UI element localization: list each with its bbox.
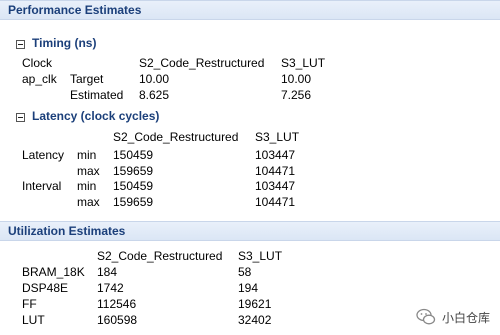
- utilization-header-s2: S2_Code_Restructured: [97, 249, 223, 263]
- latency-row-group: Interval: [22, 179, 62, 193]
- timing-section-title[interactable]: Timing (ns): [32, 36, 96, 50]
- timing-header-clock: Clock: [22, 56, 53, 70]
- utilization-row-s3: 194: [238, 281, 259, 295]
- timing-row-label: Estimated: [70, 88, 124, 102]
- latency-row-s2: 150459: [113, 179, 154, 193]
- utilization-row-s2: 184: [97, 265, 118, 279]
- latency-row-s2: 159659: [113, 164, 154, 178]
- timing-row-clock: ap_clk: [22, 72, 57, 86]
- watermark: 小白仓库: [416, 307, 490, 327]
- collapse-timing-icon[interactable]: [16, 40, 25, 49]
- utilization-row-label: DSP48E: [22, 281, 69, 295]
- latency-row-group: Latency: [22, 148, 65, 162]
- latency-row-label: max: [77, 164, 100, 178]
- timing-row-s3: 7.256: [281, 88, 312, 102]
- utilization-row-s2: 160598: [97, 313, 138, 327]
- latency-row-label: max: [77, 195, 100, 209]
- utilization-row-label: FF: [22, 297, 37, 311]
- watermark-text: 小白仓库: [441, 310, 490, 325]
- latency-header-s2: S2_Code_Restructured: [113, 130, 239, 144]
- timing-header-s2: S2_Code_Restructured: [139, 56, 265, 70]
- performance-estimates-title: Performance Estimates: [8, 3, 142, 17]
- latency-row-s2: 159659: [113, 195, 154, 209]
- latency-row-s2: 150459: [113, 148, 154, 162]
- latency-row-label: min: [77, 179, 97, 193]
- utilization-estimates-title: Utilization Estimates: [8, 224, 126, 238]
- utilization-row-label: LUT: [22, 313, 45, 327]
- utilization-row-s3: 19621: [238, 297, 272, 311]
- utilization-header-s3: S3_LUT: [238, 249, 283, 263]
- timing-row-s3: 10.00: [281, 72, 312, 86]
- latency-row-s3: 103447: [255, 179, 296, 193]
- utilization-row-label: BRAM_18K: [22, 265, 85, 279]
- timing-header-s3: S3_LUT: [281, 56, 326, 70]
- wechat-icon: [416, 307, 436, 327]
- latency-section-title[interactable]: Latency (clock cycles): [32, 109, 159, 123]
- timing-row-label: Target: [70, 72, 104, 86]
- latency-row-s3: 103447: [255, 148, 296, 162]
- timing-row-s2: 8.625: [139, 88, 170, 102]
- utilization-row-s3: 32402: [238, 313, 272, 327]
- utilization-row-s2: 112546: [97, 297, 137, 311]
- latency-header-s3: S3_LUT: [255, 130, 300, 144]
- timing-row-s2: 10.00: [139, 72, 170, 86]
- utilization-row-s3: 58: [238, 265, 252, 279]
- latency-row-label: min: [77, 148, 97, 162]
- latency-row-s3: 104471: [255, 164, 296, 178]
- latency-row-s3: 104471: [255, 195, 296, 209]
- utilization-row-s2: 1742: [97, 281, 124, 295]
- collapse-latency-icon[interactable]: [16, 113, 25, 122]
- utilization-estimates-header[interactable]: Utilization Estimates: [0, 221, 500, 241]
- performance-estimates-header[interactable]: Performance Estimates: [0, 0, 500, 20]
